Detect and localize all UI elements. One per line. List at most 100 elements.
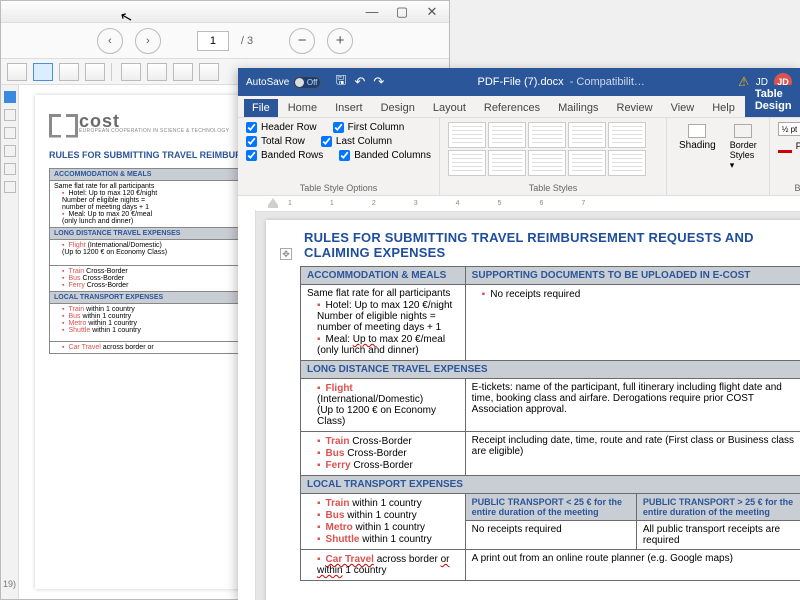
header-row-checkbox[interactable]: Header Row [246, 122, 317, 133]
quick-access-toolbar: 🖫 ↶ ↷ [335, 71, 384, 93]
cost-logo-icon [49, 112, 73, 134]
table-style-swatch[interactable] [528, 150, 566, 176]
table-header[interactable]: SUPPORTING DOCUMENTS TO BE UPLOADED IN E… [465, 267, 800, 285]
doc-heading[interactable]: RULES FOR SUBMITTING TRAVEL REIMBURSEMEN… [304, 230, 800, 260]
vertical-ruler[interactable] [238, 210, 256, 600]
border-styles-button[interactable]: Border Styles ▾ [726, 122, 761, 173]
shading-button[interactable]: Shading [675, 122, 720, 153]
shading-swatch-icon [688, 124, 706, 138]
thumbnail-icon[interactable] [4, 91, 16, 103]
minimize-button[interactable]: — [361, 4, 383, 20]
table-header[interactable]: LOCAL TRANSPORT EXPENSES [301, 476, 800, 494]
ribbon-group-borders: ½ pt Pen Color ▾ Borders [770, 118, 800, 195]
page-total-label: / 3 [241, 35, 253, 47]
page-number-input[interactable]: 1 [197, 31, 229, 51]
line-weight-selector[interactable]: ½ pt [778, 122, 800, 136]
table-style-swatch[interactable] [568, 122, 606, 148]
document-page[interactable]: RULES FOR SUBMITTING TRAVEL REIMBURSEMEN… [266, 220, 800, 600]
view-mode-icon[interactable] [33, 63, 53, 81]
last-column-checkbox[interactable]: Last Column [321, 136, 392, 147]
tab-review[interactable]: Review [609, 99, 661, 117]
tab-references[interactable]: References [476, 99, 548, 117]
table-cell[interactable]: No receipts required [465, 521, 636, 550]
tab-mailings[interactable]: Mailings [550, 99, 606, 117]
zoom-in-button[interactable]: + [327, 28, 353, 54]
table-cell[interactable]: Receipt including date, time, route and … [465, 432, 800, 476]
pdf-toolbar: ‹ › 1 / 3 − + [1, 23, 449, 59]
tab-layout[interactable]: Layout [425, 99, 474, 117]
table-style-swatch[interactable] [528, 122, 566, 148]
view-mode-icon[interactable] [147, 63, 167, 81]
table-style-swatch[interactable] [608, 122, 646, 148]
table-style-swatch[interactable] [568, 150, 606, 176]
document-area[interactable]: RULES FOR SUBMITTING TRAVEL REIMBURSEMEN… [238, 212, 800, 600]
close-button[interactable]: ✕ [421, 4, 443, 20]
table-cell[interactable]: A print out from an online route planner… [465, 550, 800, 581]
ribbon-group-label: Table Styles [448, 180, 658, 193]
tab-help[interactable]: Help [704, 99, 743, 117]
sidebar-tool-icon[interactable] [4, 181, 16, 193]
table-style-swatch[interactable] [488, 122, 526, 148]
prev-page-button[interactable]: ‹ [97, 28, 123, 54]
table-header[interactable]: ACCOMMODATION & MEALS [301, 267, 466, 285]
autosave-label: AutoSave [246, 77, 289, 88]
sidebar-tool-icon[interactable] [4, 109, 16, 121]
toggle-off-icon[interactable]: Off [293, 76, 321, 89]
rules-table[interactable]: ACCOMMODATION & MEALS SUPPORTING DOCUMEN… [300, 266, 800, 581]
sidebar-tool-icon[interactable] [4, 127, 16, 139]
maximize-button[interactable]: ▢ [391, 4, 413, 20]
table-header[interactable]: LONG DISTANCE TRAVEL EXPENSES [301, 361, 800, 379]
table-subheader[interactable]: PUBLIC TRANSPORT < 25 € for the entire d… [465, 494, 636, 521]
view-mode-icon[interactable] [173, 63, 193, 81]
tab-table-design[interactable]: Table Design [745, 85, 800, 117]
table-style-swatch[interactable] [608, 150, 646, 176]
tab-file[interactable]: File [244, 99, 278, 117]
tab-view[interactable]: View [663, 99, 703, 117]
redo-icon[interactable]: ↷ [373, 74, 384, 90]
banded-rows-checkbox[interactable]: Banded Rows [246, 150, 323, 161]
table-style-swatch[interactable] [448, 150, 486, 176]
view-mode-icon[interactable] [85, 63, 105, 81]
table-cell[interactable]: Train within 1 country Bus within 1 coun… [301, 494, 466, 550]
border-styles-icon [734, 124, 752, 138]
table-cell[interactable]: No receipts required [465, 285, 800, 361]
ribbon-group-label: Borders [778, 180, 800, 193]
banded-columns-checkbox[interactable]: Banded Columns [339, 150, 431, 161]
ribbon-tabs: File Home Insert Design Layout Reference… [238, 96, 800, 118]
table-cell[interactable]: Same flat rate for all participants Hote… [301, 285, 466, 361]
sidebar-page-label: 19) [3, 575, 16, 599]
sidebar-tool-icon[interactable] [4, 163, 16, 175]
view-mode-icon[interactable] [7, 63, 27, 81]
table-style-swatch[interactable] [488, 150, 526, 176]
table-style-swatch[interactable] [448, 122, 486, 148]
zoom-out-button[interactable]: − [289, 28, 315, 54]
table-cell[interactable]: Flight (International/Domestic)(Up to 12… [301, 379, 466, 432]
table-cell[interactable]: E-tickets: name of the participant, full… [465, 379, 800, 432]
word-titlebar: AutoSave Off 🖫 ↶ ↷ PDF-File (7).docx- Co… [238, 68, 800, 96]
next-page-button[interactable]: › [135, 28, 161, 54]
pdf-sidebar: 19) [1, 85, 19, 599]
undo-icon[interactable]: ↶ [354, 74, 365, 90]
pdf-titlebar: — ▢ ✕ [1, 1, 449, 23]
table-cell[interactable]: Train Cross-Border Bus Cross-Border Ferr… [301, 432, 466, 476]
view-mode-icon[interactable] [199, 63, 219, 81]
logo-subtitle: EUROPEAN COOPERATION IN SCIENCE & TECHNO… [79, 128, 229, 134]
pen-color-button[interactable]: Pen Color ▾ [778, 139, 800, 153]
save-icon[interactable]: 🖫 [335, 71, 346, 93]
table-cell[interactable]: Car Travel across border or within 1 cou… [301, 550, 466, 581]
total-row-checkbox[interactable]: Total Row [246, 136, 305, 147]
horizontal-ruler[interactable]: 11234567 [238, 196, 800, 212]
table-cell[interactable]: All public transport receipts are requir… [636, 521, 800, 550]
ribbon-group-label: Table Style Options [246, 180, 431, 193]
table-styles-gallery[interactable] [448, 122, 658, 176]
table-anchor-icon[interactable]: ✥ [280, 248, 292, 260]
view-mode-icon[interactable] [59, 63, 79, 81]
sidebar-tool-icon[interactable] [4, 145, 16, 157]
tab-home[interactable]: Home [280, 99, 325, 117]
table-subheader[interactable]: PUBLIC TRANSPORT > 25 € for the entire d… [636, 494, 800, 521]
autosave-toggle[interactable]: AutoSave Off [246, 76, 321, 89]
tab-design[interactable]: Design [373, 99, 423, 117]
first-column-checkbox[interactable]: First Column [333, 122, 405, 133]
tab-insert[interactable]: Insert [327, 99, 371, 117]
view-mode-icon[interactable] [121, 63, 141, 81]
